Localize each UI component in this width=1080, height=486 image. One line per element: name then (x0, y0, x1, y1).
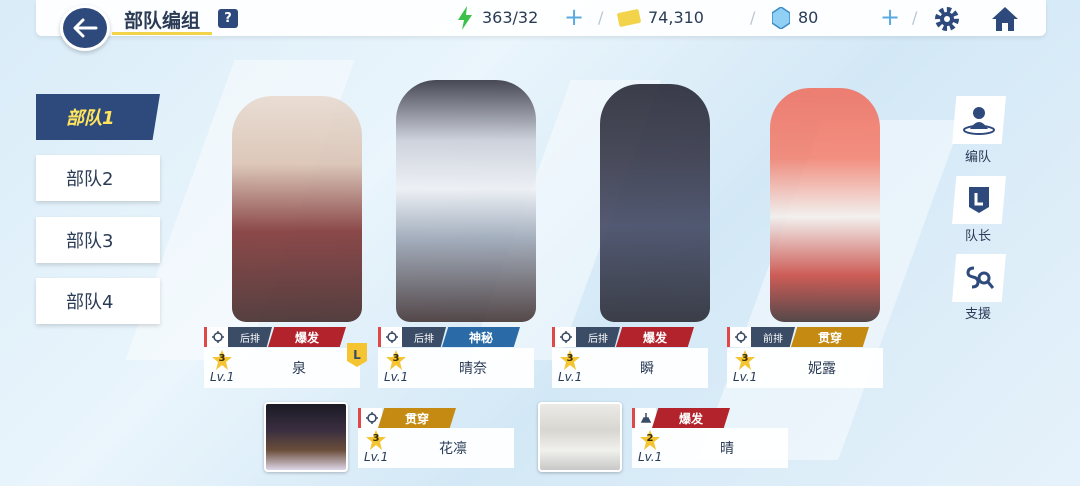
divider: / (912, 8, 918, 27)
star-count: 3 (392, 353, 400, 364)
credits-value: 74,310 (648, 8, 704, 27)
special-portrait[interactable] (538, 402, 622, 472)
ap-bolt-icon (458, 6, 472, 30)
level: Lv.1 (558, 370, 583, 384)
character-name: 瞬 (640, 361, 654, 377)
back-button[interactable] (60, 5, 110, 51)
striker-figure[interactable] (396, 80, 536, 322)
attack-type-label: 贯穿 (378, 408, 456, 428)
special-card[interactable]: 3 Lv.1 花凛 (358, 428, 514, 468)
attack-type-label: 爆发 (268, 327, 346, 347)
formation-button[interactable] (952, 96, 1006, 144)
squad-tab-4[interactable]: 部队4 (36, 278, 160, 324)
help-icon[interactable]: ? (218, 9, 238, 28)
support-search-icon (966, 266, 994, 289)
target-icon (727, 327, 751, 347)
gems-plus-button[interactable]: + (880, 4, 900, 30)
level: Lv.1 (210, 370, 235, 384)
title-underline (112, 32, 212, 35)
striker-figure[interactable] (770, 88, 880, 322)
gear-icon[interactable] (933, 5, 961, 33)
character-name: 晴奈 (459, 361, 487, 377)
attack-type-label: 贯穿 (791, 327, 869, 347)
special-portrait[interactable] (264, 402, 348, 472)
target-icon (552, 327, 576, 347)
target-icon (358, 408, 382, 428)
special-card[interactable]: 2 Lv.1 晴 (632, 428, 788, 468)
special-tags: 爆发 (632, 408, 730, 428)
striker-tags: 前排 贯穿 (727, 327, 869, 347)
row-label: 前排 (751, 327, 795, 347)
striker-card[interactable]: 3 Lv.1 泉 (204, 348, 360, 388)
striker-figure[interactable] (232, 96, 362, 322)
level: Lv.1 (384, 370, 409, 384)
striker-tags: 后排 爆发 (204, 327, 346, 347)
level: Lv.1 (733, 370, 758, 384)
squad-tab-2[interactable]: 部队2 (36, 155, 160, 201)
star-count: 2 (646, 433, 654, 444)
gems-value: 80 (798, 8, 819, 27)
star-count: 3 (566, 353, 574, 364)
divider: / (598, 8, 604, 27)
character-name: 泉 (292, 361, 306, 377)
row-label: 后排 (402, 327, 446, 347)
striker-tags: 后排 爆发 (552, 327, 694, 347)
formation-label: 编队 (964, 150, 991, 165)
row-label: 后排 (576, 327, 620, 347)
target-icon (204, 327, 228, 347)
ap-value: 363/32 (482, 8, 539, 27)
striker-card[interactable]: 3 Lv.1 妮露 (727, 348, 883, 388)
star-count: 3 (372, 433, 380, 444)
character-name: 晴 (720, 441, 734, 457)
star-count: 3 (218, 353, 226, 364)
special-tags: 贯穿 (358, 408, 456, 428)
attack-type-label: 爆发 (616, 327, 694, 347)
character-name: 妮露 (808, 361, 836, 377)
striker-card[interactable]: 3 Lv.1 晴奈 (378, 348, 534, 388)
character-name: 花凛 (439, 441, 467, 457)
back-arrow-icon (73, 18, 98, 38)
striker-figure[interactable] (600, 84, 710, 322)
support-label: 支援 (964, 307, 991, 322)
striker-card[interactable]: 3 Lv.1 瞬 (552, 348, 708, 388)
squad-tab-1[interactable]: 部队1 (36, 94, 160, 140)
credit-card-icon (617, 9, 641, 27)
ap-plus-button[interactable]: + (564, 4, 584, 30)
support-icon (632, 408, 656, 428)
leader-button[interactable] (952, 176, 1006, 224)
level: Lv.1 (364, 450, 389, 464)
home-icon[interactable] (990, 5, 1020, 33)
star-count: 3 (741, 353, 749, 364)
leader-label: 队长 (964, 229, 991, 244)
attack-type-label: 爆发 (652, 408, 730, 428)
level: Lv.1 (638, 450, 663, 464)
formation-icon (963, 107, 995, 135)
squad-tab-3[interactable]: 部队3 (36, 217, 160, 263)
divider: / (750, 8, 756, 27)
support-button[interactable] (952, 254, 1006, 302)
target-icon (378, 327, 402, 347)
page-title: 部队编组 (124, 10, 201, 32)
attack-type-label: 神秘 (442, 327, 520, 347)
row-label: 后排 (228, 327, 272, 347)
gem-icon (772, 7, 790, 29)
leader-icon (969, 187, 989, 213)
striker-tags: 后排 神秘 (378, 327, 520, 347)
